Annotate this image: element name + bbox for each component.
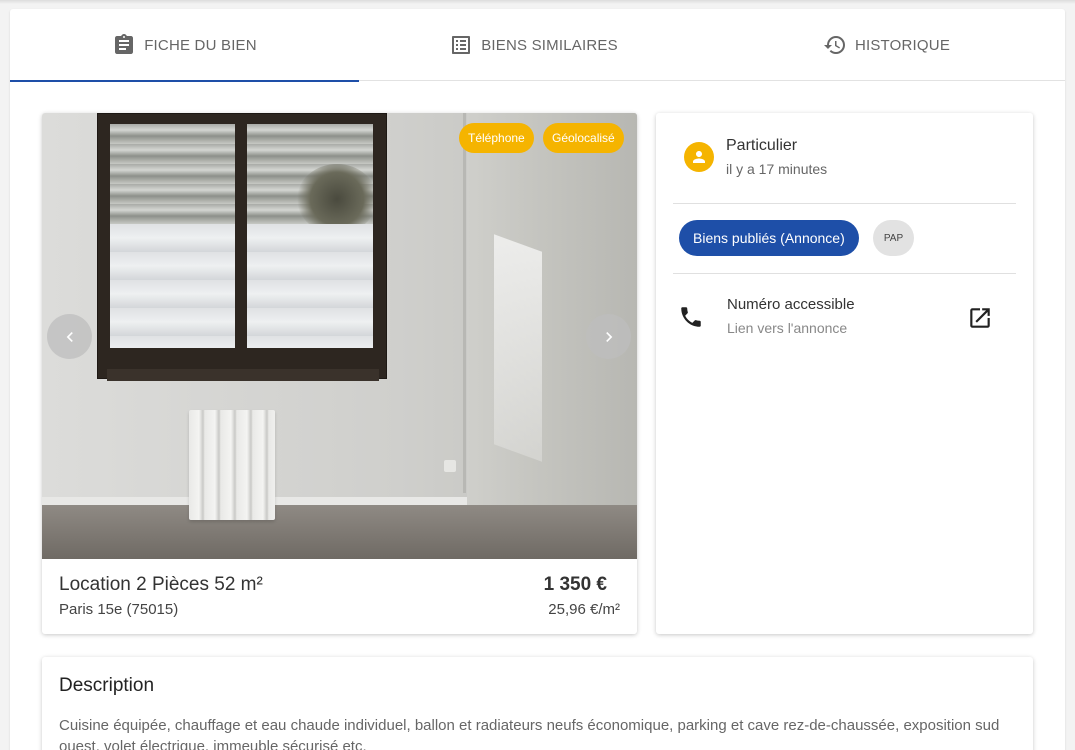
list-icon [449,33,473,57]
next-photo-button[interactable] [586,314,631,359]
window-pane-right [247,124,373,348]
tab-fiche-du-bien[interactable]: FICHE DU BIEN [10,9,359,82]
listing-photo[interactable]: Téléphone Géolocalisé [42,113,637,559]
phone-icon [681,307,701,327]
history-icon [823,33,847,57]
seller-type: Particulier [726,137,798,154]
chevron-right-icon [605,331,612,342]
listing-location: Paris 15e (75015) [59,601,179,618]
description-card: Description Cuisine équipée, chauffage e… [42,657,1033,750]
description-text: Cuisine équipée, chauffage et eau chaude… [59,717,1000,750]
tab-historique[interactable]: HISTORIQUE [708,9,1065,81]
contact-title: Numéro accessible [727,296,855,313]
listing-price: 1 350 € [543,574,607,595]
tab-label: BIENS SIMILAIRES [481,36,618,54]
seller-info-card: Particulier il y a 17 minutes Biens publ… [656,113,1033,634]
divider [673,273,1016,274]
property-panel: FICHE DU BIEN BIENS SIMILAIRES HISTORIQU… [10,9,1065,750]
window-pane-left [110,124,235,348]
chevron-left-icon [66,331,73,342]
listing-title: Location 2 Pièces 52 m² [59,574,263,595]
listing-price-per-sqm: 25,96 €/m² [548,601,620,618]
photo-corner [463,113,466,493]
source-chip[interactable]: PAP [873,220,914,256]
tab-label: FICHE DU BIEN [144,36,257,54]
contact-subtitle: Lien vers l'annonce [727,320,848,336]
tab-bar: FICHE DU BIEN BIENS SIMILAIRES HISTORIQU… [10,9,1065,82]
clipboard-icon [112,33,136,57]
open-in-new-icon[interactable] [967,305,993,331]
photo-floor [42,505,637,559]
person-icon [693,151,705,163]
listing-card[interactable]: Téléphone Géolocalisé Location 2 Pièces … [42,113,637,634]
badge-geolocalise: Géolocalisé [543,123,624,153]
previous-photo-button[interactable] [47,314,92,359]
photo-radiator [189,410,275,520]
posted-time: il y a 17 minutes [726,161,828,177]
avatar [684,142,714,172]
photo-window-sill [107,369,379,381]
description-heading: Description [59,675,155,696]
photo-window [97,113,387,379]
divider [673,203,1016,204]
badge-telephone: Téléphone [459,123,534,153]
tab-label: HISTORIQUE [854,36,951,54]
tab-biens-similaires[interactable]: BIENS SIMILAIRES [359,9,708,81]
photo-sunlight [494,234,542,462]
top-shadow [0,0,1075,4]
photo-outlet [444,460,456,472]
biens-publies-chip[interactable]: Biens publiés (Annonce) [679,220,859,256]
